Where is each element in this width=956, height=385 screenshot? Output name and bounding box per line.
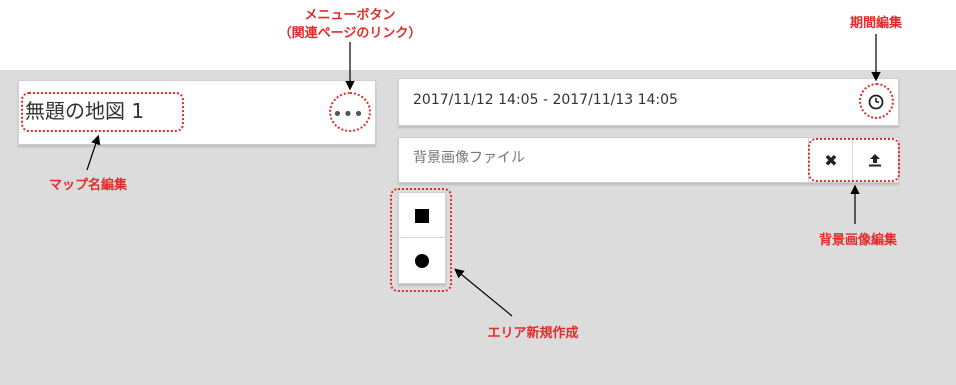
create-circle-area-button[interactable] xyxy=(399,238,445,283)
period-field[interactable]: 2017/11/12 14:05 - 2017/11/13 14:05 xyxy=(413,92,678,108)
upload-icon xyxy=(869,154,881,167)
menu-button[interactable]: ••• xyxy=(331,97,365,131)
background-image-panel: ✖ xyxy=(398,137,899,183)
divider xyxy=(852,138,853,182)
annotation-area-create: エリア新規作成 xyxy=(487,326,579,341)
area-tool-panel xyxy=(398,192,446,284)
circle-icon xyxy=(415,253,429,268)
clock-icon xyxy=(868,94,884,110)
map-name-panel: 無題の地図 1 ••• xyxy=(18,80,376,145)
period-panel: 2017/11/12 14:05 - 2017/11/13 14:05 xyxy=(398,78,899,126)
background-image-input[interactable] xyxy=(413,150,793,166)
annotation-background-edit: 背景画像編集 xyxy=(818,233,897,248)
square-icon xyxy=(415,208,429,223)
close-icon: ✖ xyxy=(824,150,838,170)
period-edit-button[interactable] xyxy=(864,90,888,114)
clear-background-button[interactable]: ✖ xyxy=(813,144,849,176)
create-square-area-button[interactable] xyxy=(399,193,445,238)
annotation-period-edit: 期間編集 xyxy=(849,16,902,31)
map-name-field[interactable]: 無題の地図 1 xyxy=(25,95,144,124)
divider xyxy=(808,138,809,182)
annotation-menu-line1: メニューボタン xyxy=(304,8,396,23)
annotation-menu-line2: （関連ページのリンク） xyxy=(278,26,422,41)
upload-background-button[interactable] xyxy=(857,144,893,176)
ellipsis-icon: ••• xyxy=(332,103,364,125)
annotation-map-name-edit: マップ名編集 xyxy=(48,178,127,193)
